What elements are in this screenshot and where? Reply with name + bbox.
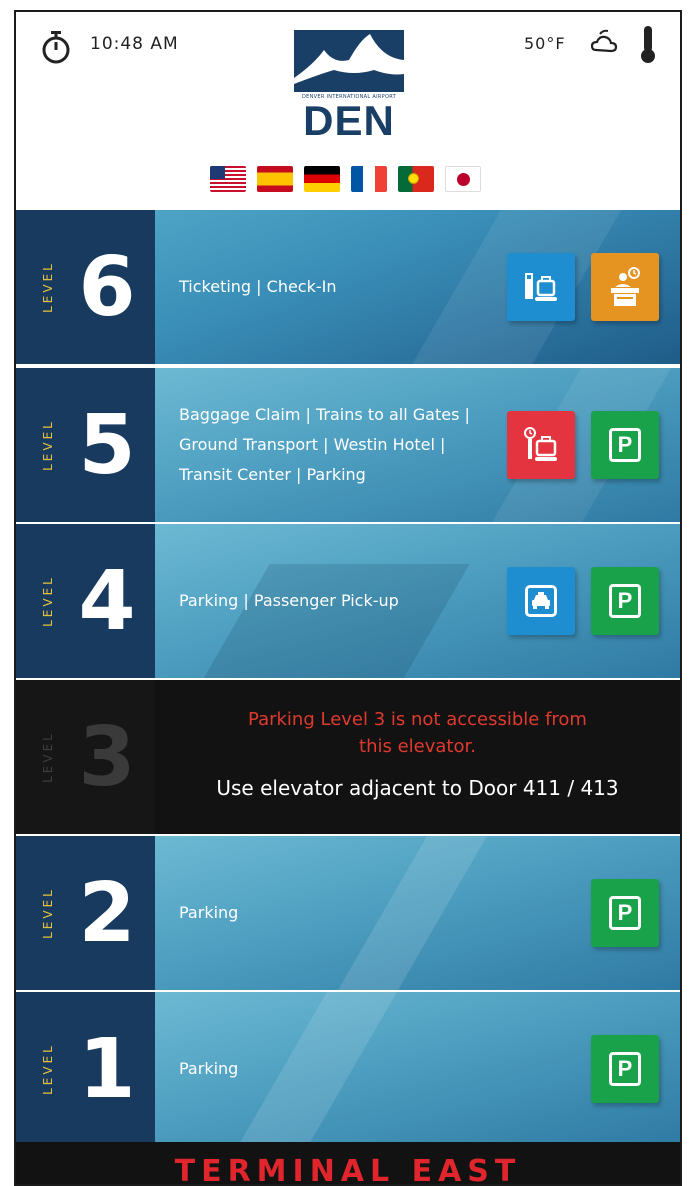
level-description: Parking <box>179 903 239 922</box>
level-word: LEVEL <box>41 419 55 471</box>
den-logo: DENVER INTERNATIONAL AIRPORT DEN <box>294 30 404 144</box>
partly-cloudy-icon <box>590 29 618 53</box>
level-panel: Parking P <box>155 836 680 990</box>
temperature: 50°F <box>524 34 566 53</box>
level-word: LEVEL <box>41 1043 55 1095</box>
baggage-conveyor-icon <box>507 253 575 321</box>
level-word: LEVEL <box>41 731 55 783</box>
header: 10:48 AM DENVER INTERNATIONAL AIRPORT DE… <box>16 12 680 210</box>
level-word: LEVEL <box>41 261 55 313</box>
parking-icon: P <box>591 1035 659 1103</box>
logo-text: DEN <box>303 97 395 144</box>
flag-spain-icon[interactable] <box>257 166 293 192</box>
elevator-directory-screen: 10:48 AM DENVER INTERNATIONAL AIRPORT DE… <box>14 10 682 1186</box>
level-tab: LEVEL 2 <box>16 836 155 990</box>
taxi-icon <box>507 567 575 635</box>
language-flags <box>210 166 481 192</box>
level-panel: Parking | Passenger Pick-up P <box>155 524 680 678</box>
flag-portugal-icon[interactable] <box>398 166 434 192</box>
parking-icon: P <box>591 411 659 479</box>
level-tab: LEVEL 6 <box>16 210 155 364</box>
level-description: Baggage Claim | Trains to all Gates | Gr… <box>179 405 470 484</box>
level-number: 3 <box>78 709 136 805</box>
level-tab: LEVEL 1 <box>16 992 155 1146</box>
level-4-button[interactable]: LEVEL 4 Parking | Passenger Pick-up P <box>16 522 680 678</box>
level-description: Ticketing | Check-In <box>179 277 337 296</box>
stopwatch-icon <box>42 31 70 64</box>
level-6-button[interactable]: LEVEL 6 Ticketing | Check-In <box>16 210 680 364</box>
thermometer-icon <box>641 26 655 63</box>
level-number: 1 <box>78 1021 136 1117</box>
terminal-name: TERMINAL EAST <box>174 1154 522 1186</box>
inaccessible-warning: Parking Level 3 is not accessible from t… <box>248 709 587 757</box>
flag-us-icon[interactable] <box>210 166 246 192</box>
level-number: 2 <box>78 865 136 961</box>
level-tab: LEVEL 3 <box>16 680 155 834</box>
flag-france-icon[interactable] <box>351 166 387 192</box>
current-time: 10:48 AM <box>90 34 179 54</box>
level-description: Parking | Passenger Pick-up <box>179 591 399 610</box>
level-number: 6 <box>78 239 136 335</box>
level-word: LEVEL <box>41 575 55 627</box>
alternate-elevator-note: Use elevator adjacent to Door 411 / 413 <box>216 776 619 800</box>
flag-germany-icon[interactable] <box>304 166 340 192</box>
baggage-claim-icon <box>507 411 575 479</box>
level-3-disabled: LEVEL 3 Parking Level 3 is not accessibl… <box>16 678 680 834</box>
level-description: Parking <box>179 1059 239 1078</box>
level-panel: Parking Level 3 is not accessible from t… <box>155 680 680 834</box>
level-number: 5 <box>78 397 136 493</box>
level-tab: LEVEL 5 <box>16 368 155 522</box>
parking-icon: P <box>591 879 659 947</box>
level-panel: Ticketing | Check-In <box>155 210 680 364</box>
footer: TERMINAL EAST <box>16 1142 680 1186</box>
check-in-desk-icon <box>591 253 659 321</box>
level-2-button[interactable]: LEVEL 2 Parking P <box>16 834 680 990</box>
level-1-button[interactable]: LEVEL 1 Parking P <box>16 990 680 1146</box>
level-panel: Parking P <box>155 992 680 1146</box>
flag-japan-icon[interactable] <box>445 166 481 192</box>
level-tab: LEVEL 4 <box>16 524 155 678</box>
parking-icon: P <box>591 567 659 635</box>
level-word: LEVEL <box>41 887 55 939</box>
level-number: 4 <box>78 553 136 649</box>
level-5-button[interactable]: LEVEL 5 Baggage Claim | Trains to all Ga… <box>16 366 680 522</box>
level-panel: Baggage Claim | Trains to all Gates | Gr… <box>155 368 680 522</box>
